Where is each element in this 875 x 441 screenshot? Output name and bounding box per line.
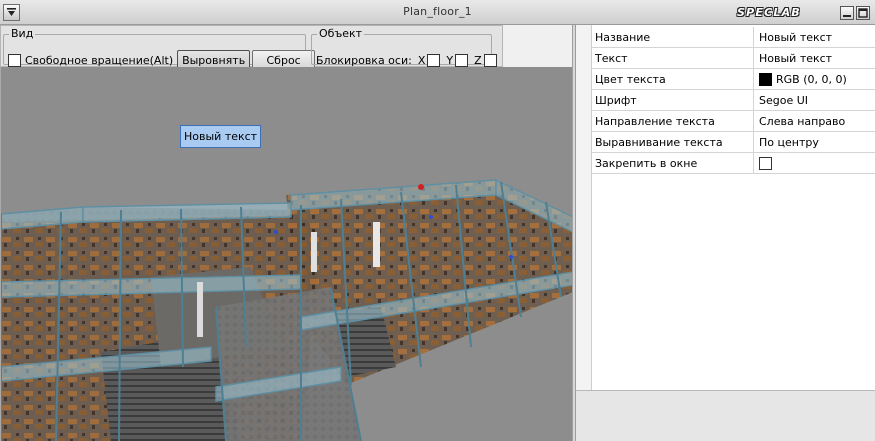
axis-z-label: Z (474, 53, 482, 67)
title-bar: Plan_floor_1 SPECLAB (0, 0, 875, 25)
property-grid: Название Новый текст Текст Новый текст Ц… (575, 25, 875, 390)
free-rotation-label: Свободное вращение(Alt) (25, 53, 174, 67)
axis-x-label: X (417, 53, 426, 67)
axis-y-checkbox[interactable] (455, 53, 469, 67)
minimize-button[interactable] (840, 6, 854, 20)
property-value[interactable]: Segoe UI (754, 90, 875, 110)
axis-x-checkbox[interactable] (427, 53, 441, 67)
property-color-value[interactable]: RGB (0, 0, 0) (754, 69, 875, 89)
property-row-text-color[interactable]: Цвет текста RGB (0, 0, 0) (592, 69, 875, 90)
view-group: Вид Свободное вращение(Alt) Выровнять Сб… (3, 27, 316, 70)
3d-viewport[interactable]: Новый текст (0, 67, 572, 441)
pin-to-window-checkbox[interactable] (759, 156, 772, 170)
view-toolbar: Вид Свободное вращение(Alt) Выровнять Сб… (0, 25, 503, 70)
axis-z-checkbox[interactable] (483, 53, 497, 67)
maximize-button[interactable] (856, 6, 870, 20)
object-group-legend: Объект (319, 27, 363, 40)
text-object-label[interactable]: Новый текст (180, 125, 262, 148)
brand-logo: SPECLAB (737, 6, 801, 19)
axis-lock-label: Блокировка оси: (316, 53, 412, 67)
property-name: Направление текста (592, 111, 754, 131)
property-value: RGB (0, 0, 0) (776, 72, 847, 86)
property-name: Выравнивание текста (592, 132, 754, 152)
maximize-icon (858, 8, 868, 18)
property-row-name[interactable]: Название Новый текст (592, 27, 875, 48)
object-group: Объект Блокировка оси: X Y Z (311, 27, 497, 67)
property-name: Название (592, 27, 754, 47)
color-swatch (759, 72, 772, 86)
minimize-icon (843, 15, 851, 17)
axis-y-label: Y (446, 53, 454, 67)
property-row-pin-to-window[interactable]: Закрепить в окне (592, 153, 875, 174)
property-row-text-alignment[interactable]: Выравнивание текста По центру (592, 132, 875, 153)
property-name: Цвет текста (592, 69, 754, 89)
floor-plan-3d-render (1, 178, 572, 441)
property-name: Текст (592, 48, 754, 68)
free-rotation-checkbox[interactable] (8, 53, 21, 67)
property-name: Шрифт (592, 90, 754, 110)
property-row-font[interactable]: Шрифт Segoe UI (592, 90, 875, 111)
property-value[interactable]: Новый текст (754, 48, 875, 68)
property-value[interactable]: По центру (754, 132, 875, 152)
property-value[interactable]: Слева направо (754, 111, 875, 131)
property-row-text[interactable]: Текст Новый текст (592, 48, 875, 69)
property-name: Закрепить в окне (592, 153, 754, 173)
property-description-panel (575, 390, 875, 441)
property-value[interactable]: Новый текст (754, 27, 875, 47)
property-row-text-direction[interactable]: Направление текста Слева направо (592, 111, 875, 132)
property-grid-margin (576, 25, 592, 390)
view-group-legend: Вид (11, 27, 34, 40)
